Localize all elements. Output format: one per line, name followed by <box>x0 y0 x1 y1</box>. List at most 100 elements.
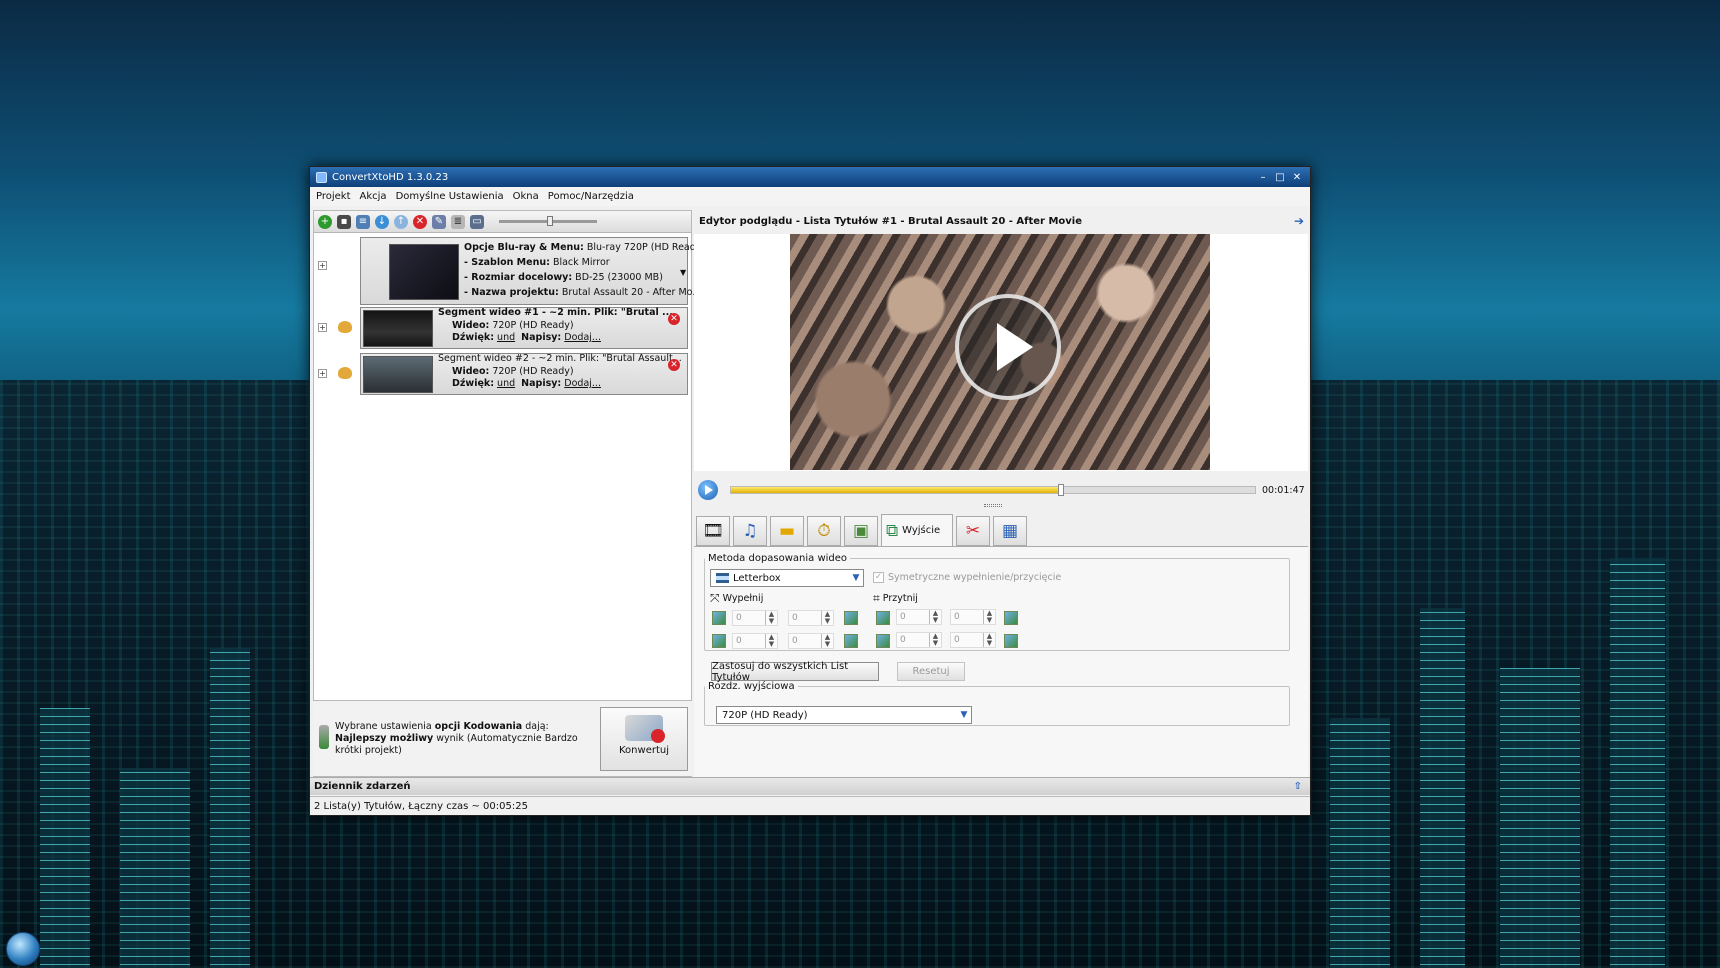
city-building <box>210 648 250 968</box>
app-window: ConvertXtoHD 1.3.0.23 – □ ✕ Projekt Akcj… <box>309 166 1311 816</box>
segment-1-subs-link[interactable]: Dodaj... <box>564 332 601 343</box>
tab-video[interactable]: 🎞 <box>696 516 730 546</box>
szablon-row: - Szablon Menu: Black Mirror <box>464 257 610 268</box>
seek-bar: 00:01:47 <box>694 478 1310 502</box>
menu-pomoc[interactable]: Pomoc/Narzędzia <box>548 191 634 202</box>
start-button[interactable] <box>6 932 40 966</box>
crop-right-spinner[interactable]: 0 ▲ ▼ <box>950 609 996 625</box>
tab-output[interactable]: ⧉ Wyjście <box>881 514 953 546</box>
apply-all-button[interactable]: Zastosuj do wszystkich List Tytułów <box>711 661 879 683</box>
fill-top-spinner[interactable]: 0 ▲ ▼ <box>732 610 778 626</box>
splitter-grip[interactable] <box>984 504 1002 507</box>
status-text: 2 Lista(y) Tytułów, Łączny czas ~ 00:05:… <box>314 800 528 812</box>
crop-top-spinner[interactable]: 0 ▲ ▼ <box>896 609 942 625</box>
menu-domyslne-ustawienia[interactable]: Domyślne Ustawienia <box>396 191 504 202</box>
chevron-down-icon: ▼ <box>960 710 968 720</box>
music-note-icon: ♫ <box>742 521 758 541</box>
zoom-slider[interactable] <box>499 216 597 226</box>
segment-2-video-row: Wideo: 720P (HD Ready) <box>452 365 574 377</box>
remove-segment-2-icon[interactable]: ✕ <box>668 359 680 371</box>
play-overlay-icon[interactable] <box>955 294 1061 400</box>
resolution-select[interactable]: 720P (HD Ready) ▼ <box>716 706 972 724</box>
segment-1-block[interactable]: Segment wideo #1 - ~2 min. Plik: "Brutal… <box>360 307 688 349</box>
document-icon[interactable]: ≣ <box>451 214 465 229</box>
scroll-down-icon[interactable]: ▼ <box>680 268 686 277</box>
crop-label: Przytnij <box>882 593 918 604</box>
expand-segment-1[interactable]: + <box>318 323 327 332</box>
fill-right-spinner[interactable]: 0 ▲ ▼ <box>788 610 834 626</box>
seek-progress <box>731 487 1062 493</box>
tab-output-label: Wyjście <box>902 525 941 536</box>
fill-bottom-left-icon <box>712 634 726 648</box>
menu-projekt[interactable]: Projekt <box>316 191 351 202</box>
play-button[interactable] <box>698 480 718 500</box>
output-frame-icon: ⧉ <box>886 520 899 541</box>
move-up-icon[interactable]: ↑ <box>394 214 408 229</box>
minimize-button[interactable]: – <box>1256 171 1270 183</box>
segment-2-audio-link[interactable]: und <box>497 378 515 389</box>
segment-2-status-icon <box>338 367 352 379</box>
save-icon[interactable]: ▪ <box>337 214 351 229</box>
segment-1-audio-link[interactable]: und <box>497 332 515 343</box>
tab-chapters[interactable]: ⏱ <box>807 516 841 546</box>
crop-icon: ⌗ <box>873 591 880 605</box>
settings-icon[interactable]: ≡ <box>356 214 370 229</box>
title-bar: ConvertXtoHD 1.3.0.23 – □ ✕ <box>310 167 1310 187</box>
menu-okna[interactable]: Okna <box>513 191 539 202</box>
crop-top-right-icon <box>1004 611 1018 625</box>
expand-project-toggle[interactable]: + <box>318 261 327 270</box>
segment-2-thumbnail <box>363 356 433 393</box>
segment-2-subs-link[interactable]: Dodaj... <box>564 378 601 389</box>
tools-icon[interactable]: ✎ <box>432 214 446 229</box>
tab-audio[interactable]: ♫ <box>733 516 767 546</box>
crop-bottom-right-icon <box>1004 634 1018 648</box>
seek-track[interactable] <box>730 484 1256 496</box>
crop-left-spinner[interactable]: 0 ▲ ▼ <box>896 632 942 648</box>
symmetric-checkbox-row[interactable]: ✓ Symetryczne wypełnienie/przycięcie <box>873 572 1061 583</box>
remove-segment-1-icon[interactable]: ✕ <box>668 313 680 325</box>
tab-picture[interactable]: ▣ <box>844 516 878 546</box>
crop-bottom-spinner[interactable]: 0 ▲ ▼ <box>950 632 996 648</box>
fill-bottom-spinner[interactable]: 0 ▲ ▼ <box>788 633 834 649</box>
tab-subtitles[interactable]: ▬ <box>770 516 804 546</box>
fill-left-spinner[interactable]: 0 ▲ ▼ <box>732 633 778 649</box>
tab-cut[interactable]: ✂ <box>956 516 990 546</box>
city-building <box>1500 668 1580 968</box>
event-log-bar[interactable]: Dziennik zdarzeń ⇧ <box>310 777 1310 795</box>
segment-2-block[interactable]: Segment wideo #2 - ~2 min. Plik: "Brutal… <box>360 353 688 395</box>
add-icon[interactable]: + <box>318 214 332 229</box>
resolution-legend: Rozdz. wyjściowa <box>708 681 795 692</box>
video-frame[interactable] <box>790 234 1210 470</box>
segment-1-video-row: Wideo: 720P (HD Ready) <box>452 319 574 331</box>
method-legend: Metoda dopasowania wideo <box>708 553 848 564</box>
fill-label: Wypełnij <box>722 593 764 604</box>
tab-filmstrip[interactable]: ▦ <box>993 516 1027 546</box>
convert-icon <box>625 715 665 743</box>
opcje-row: Opcje Blu-ray & Menu: Blu-ray 720P (HD R… <box>464 242 706 253</box>
stopwatch-icon: ⏱ <box>817 521 831 541</box>
segment-1-audio-row: Dźwięk: und Napisy: Dodaj... <box>452 332 601 343</box>
move-down-icon[interactable]: ↓ <box>375 214 389 229</box>
expand-up-icon[interactable]: ⇧ <box>1294 781 1302 792</box>
delete-icon[interactable]: ✕ <box>413 214 427 229</box>
forward-arrow-icon[interactable]: ➔ <box>1294 214 1304 228</box>
project-options-block[interactable]: Opcje Blu-ray & Menu: Blu-ray 720P (HD R… <box>360 237 705 305</box>
close-button[interactable]: ✕ <box>1290 171 1304 183</box>
convert-button[interactable]: Konwertuj <box>600 707 688 771</box>
expand-segment-2[interactable]: + <box>318 369 327 378</box>
symmetric-checkbox[interactable]: ✓ <box>873 572 884 583</box>
fill-top-left-icon <box>712 611 726 625</box>
reset-button[interactable]: Resetuj <box>897 662 965 681</box>
monitor-icon[interactable]: ▭ <box>470 214 484 229</box>
zoom-slider-handle[interactable] <box>547 216 553 226</box>
method-select[interactable]: Letterbox ▼ <box>710 569 864 587</box>
maximize-button[interactable]: □ <box>1273 171 1287 183</box>
project-panel: + ▪ ≡ ↓ ↑ ✕ ✎ ≣ ▭ + Opcje Blu-ray & Menu… <box>313 210 705 777</box>
menu-akcja[interactable]: Akcja <box>360 191 387 202</box>
fill-top-right-icon <box>844 611 858 625</box>
city-building <box>120 768 190 968</box>
app-icon <box>316 171 327 183</box>
time-display: 00:01:47 <box>1262 484 1305 496</box>
rozmiar-row: - Rozmiar docelowy: BD-25 (23000 MB) <box>464 272 663 283</box>
seek-handle[interactable] <box>1058 484 1065 496</box>
